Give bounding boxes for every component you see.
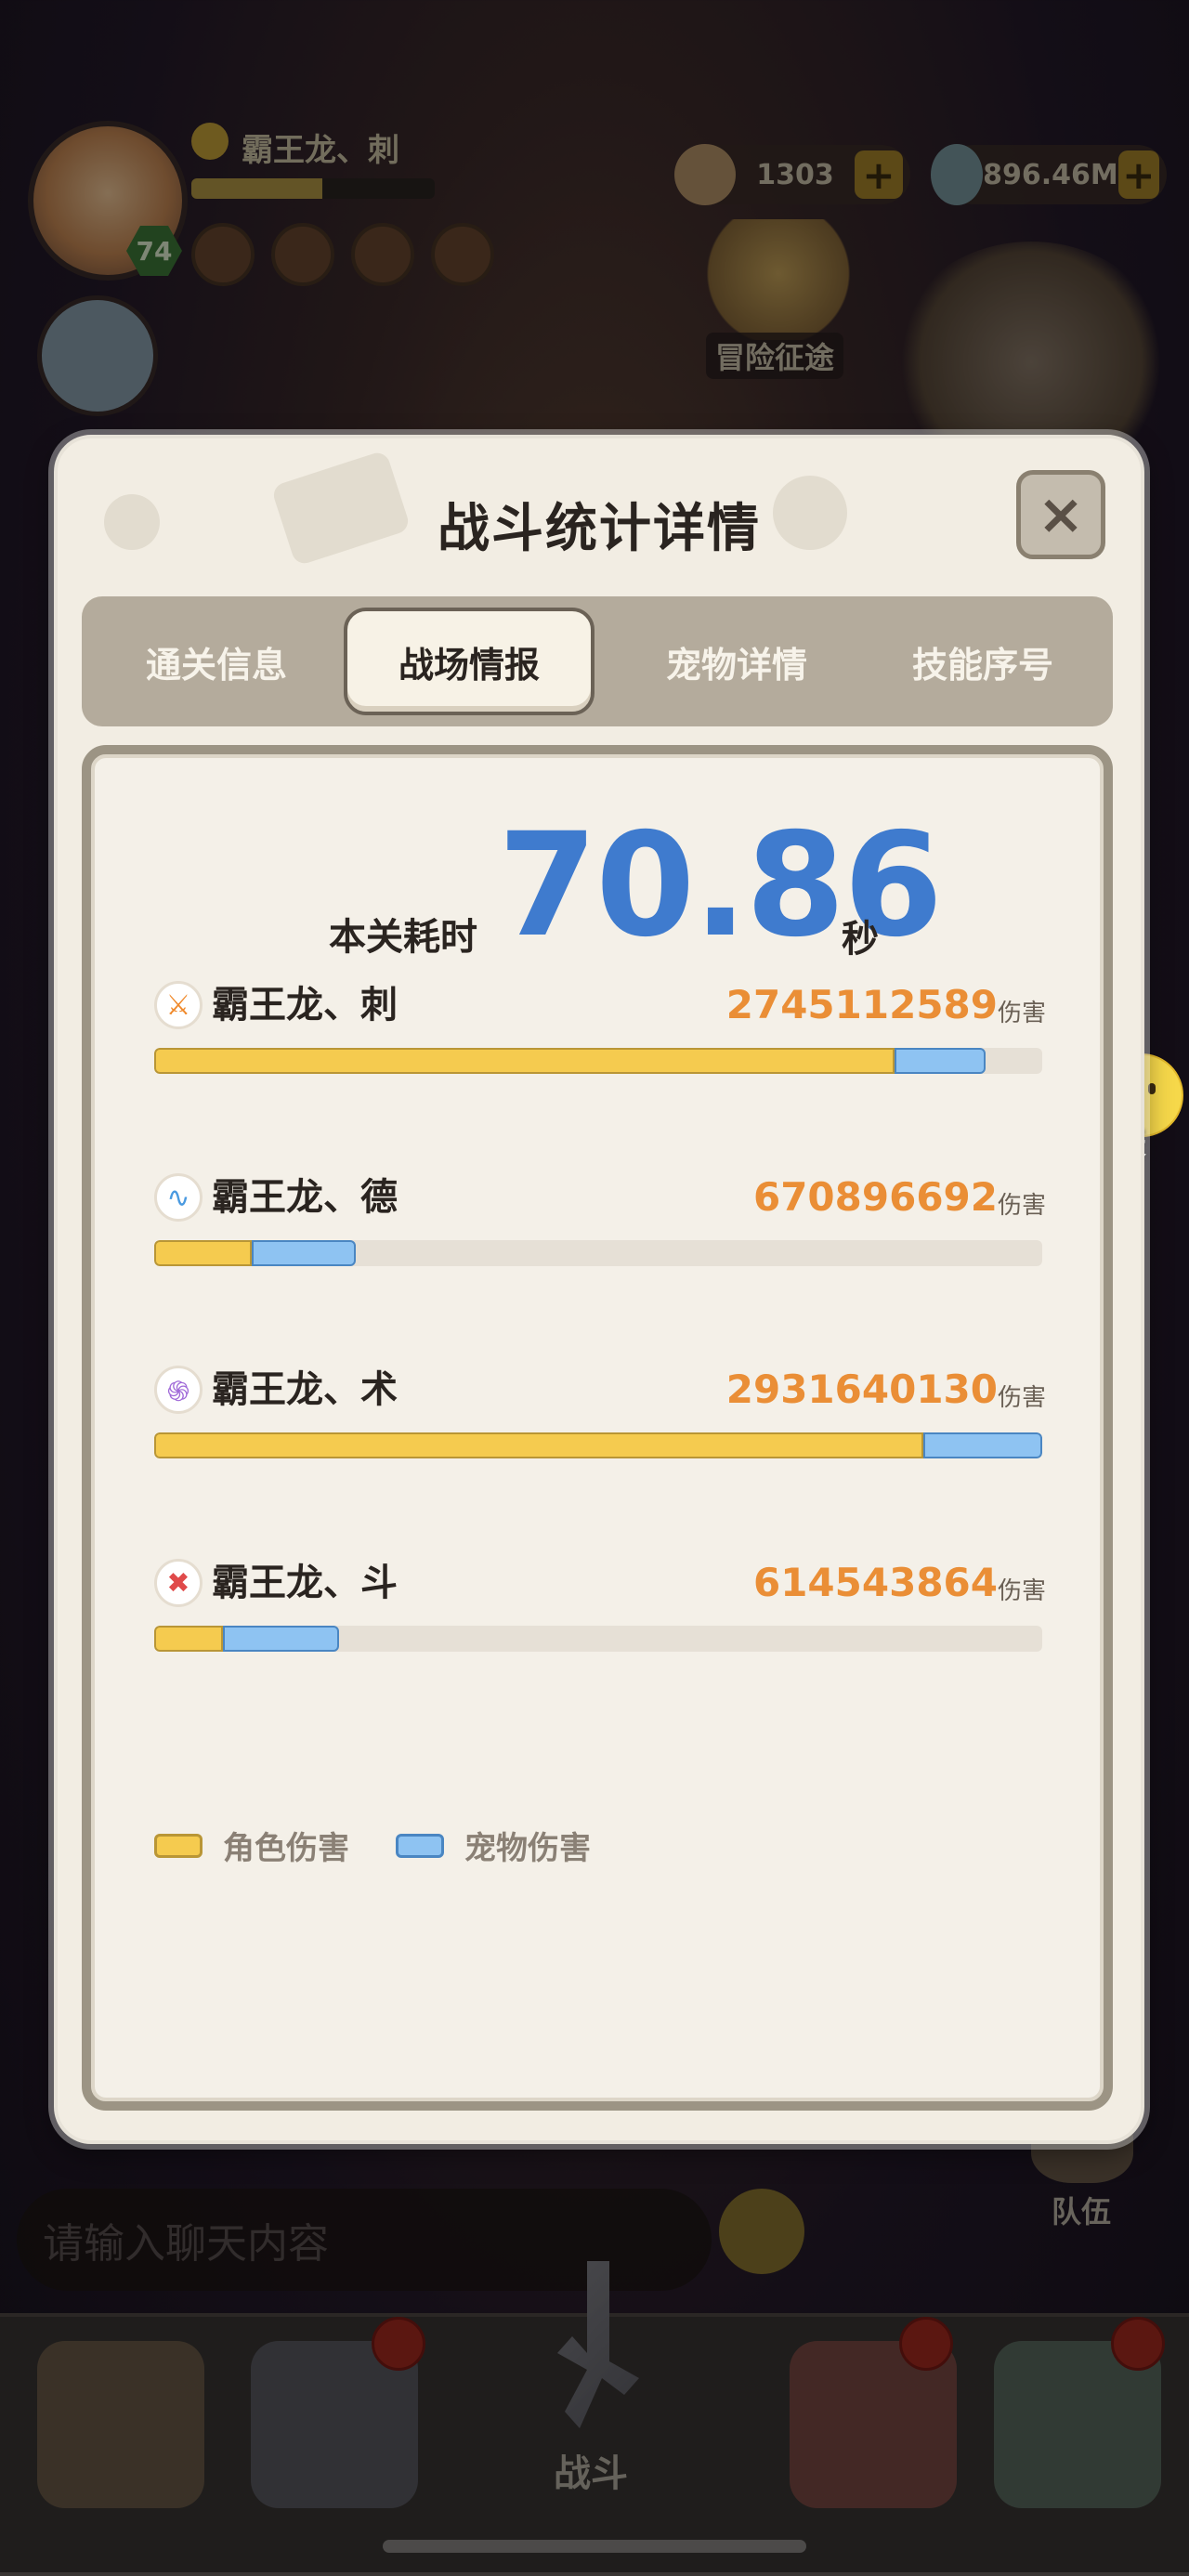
legend-swatch-role [154, 1833, 203, 1858]
swirl-wave-icon: ∿ [154, 1173, 203, 1222]
damage-unit: 伤害 [997, 1192, 1046, 1220]
damage-value: 614543864 [752, 1560, 998, 1605]
crossed-blades-icon: ✖ [154, 1559, 203, 1607]
tab-battlefield-intel[interactable]: 战场情报 [344, 608, 594, 715]
damage-value: 2931640130 [725, 1366, 998, 1412]
legend-label-role: 角色伤害 [223, 1830, 349, 1867]
damage-value: 670896692 [752, 1174, 998, 1220]
damage-bar [154, 1432, 1042, 1458]
damage-bar [154, 1048, 1042, 1074]
player-name: 霸王龙、刺 [212, 984, 398, 1026]
damage-unit: 伤害 [997, 1384, 1046, 1412]
clear-time-unit: 秒 [842, 918, 879, 961]
damage-row: ֍ 霸王龙、术 2931640130 伤害 [154, 1366, 1046, 1477]
crossed-swords-icon: ⚔ [154, 981, 203, 1029]
damage-bar [154, 1626, 1042, 1652]
damage-row: ✖ 霸王龙、斗 614543864 伤害 [154, 1559, 1046, 1670]
tab-skill-order[interactable]: 技能序号 [853, 596, 1113, 726]
tab-pet-details[interactable]: 宠物详情 [602, 596, 871, 726]
battle-intel-panel: 本关耗时 70.86 秒 ⚔ 霸王龙、刺 2745112589 伤害 ∿ 霸王龙… [82, 745, 1113, 2111]
damage-row: ⚔ 霸王龙、刺 2745112589 伤害 [154, 981, 1046, 1092]
clear-time: 本关耗时 70.86 秒 [91, 803, 1104, 969]
modal-title: 战斗统计详情 [438, 499, 761, 559]
tab-bar: 通关信息 战场情报 宠物详情 技能序号 [82, 596, 1113, 726]
pet-damage-bar [895, 1048, 986, 1074]
battle-stats-modal: 战斗统计详情 × 通关信息 战场情报 宠物详情 技能序号 本关耗时 70.86 … [54, 435, 1144, 2144]
player-name: 霸王龙、术 [212, 1368, 398, 1411]
pet-damage-bar [252, 1240, 356, 1266]
clear-time-label: 本关耗时 [329, 916, 477, 959]
role-damage-bar [154, 1432, 923, 1458]
legend-swatch-pet [396, 1833, 444, 1858]
player-name: 霸王龙、德 [212, 1176, 398, 1219]
damage-unit: 伤害 [997, 1577, 1046, 1605]
pet-damage-bar [923, 1432, 1042, 1458]
player-name: 霸王龙、斗 [212, 1562, 398, 1604]
role-damage-bar [154, 1626, 223, 1652]
pet-damage-bar [223, 1626, 339, 1652]
close-button[interactable]: × [1016, 470, 1105, 559]
role-damage-bar [154, 1240, 252, 1266]
tab-clear-info[interactable]: 通关信息 [82, 596, 351, 726]
vortex-icon: ֍ [154, 1366, 203, 1414]
role-damage-bar [154, 1048, 895, 1074]
damage-row: ∿ 霸王龙、德 670896692 伤害 [154, 1173, 1046, 1285]
legend-label-pet: 宠物伤害 [464, 1830, 591, 1867]
damage-legend: 角色伤害 宠物伤害 [154, 1823, 637, 1868]
damage-bar [154, 1240, 1042, 1266]
damage-value: 2745112589 [725, 982, 998, 1027]
damage-unit: 伤害 [997, 1000, 1046, 1027]
